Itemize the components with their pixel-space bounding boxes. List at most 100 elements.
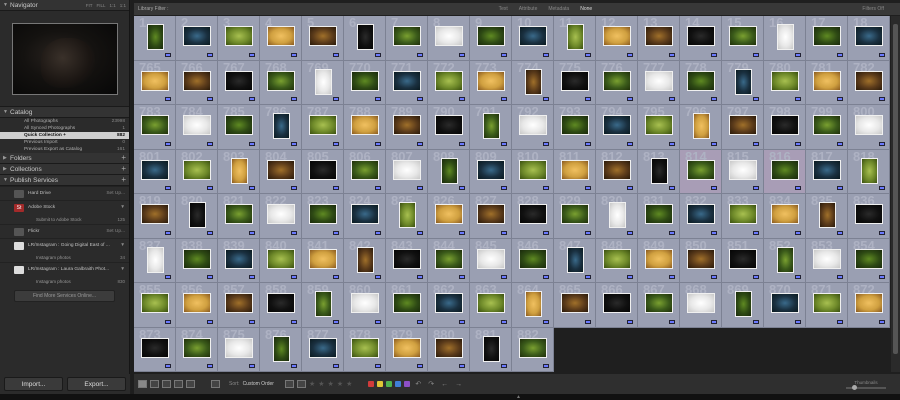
photo-thumbnail[interactable] bbox=[435, 293, 463, 313]
find-more-services-button[interactable]: Find More Services Online... bbox=[14, 290, 115, 302]
photo-cell[interactable]: 835 bbox=[806, 194, 848, 239]
photo-cell[interactable]: 767 bbox=[218, 60, 260, 105]
publish-service-row[interactable]: St Adobe Stock ▼ bbox=[0, 200, 129, 214]
photo-cell[interactable]: 796 bbox=[680, 105, 722, 150]
photo-thumbnail[interactable] bbox=[309, 26, 337, 46]
photo-thumbnail[interactable] bbox=[477, 70, 505, 91]
photo-cell[interactable]: 802 bbox=[176, 149, 218, 194]
photo-thumbnail[interactable] bbox=[729, 248, 757, 269]
star-rating-icon[interactable]: ★ bbox=[346, 380, 352, 388]
previous-photo-icon[interactable]: ← bbox=[441, 381, 448, 388]
photo-cell[interactable]: 877 bbox=[302, 327, 344, 372]
photo-thumbnail[interactable] bbox=[357, 24, 374, 50]
photo-cell[interactable]: 808 bbox=[428, 149, 470, 194]
photo-cell[interactable]: 881 bbox=[470, 327, 512, 372]
photo-thumbnail[interactable] bbox=[687, 26, 715, 46]
zoom-fit-option[interactable]: FIT bbox=[86, 3, 93, 8]
photo-cell[interactable]: 846 bbox=[512, 238, 554, 283]
photo-thumbnail[interactable] bbox=[351, 337, 379, 358]
photo-thumbnail[interactable] bbox=[519, 115, 547, 135]
photo-cell[interactable]: 16 bbox=[764, 16, 806, 61]
color-label-red[interactable] bbox=[368, 381, 375, 387]
photo-cell[interactable]: 847 bbox=[554, 238, 596, 283]
photo-cell[interactable]: 820 bbox=[176, 194, 218, 239]
photo-cell[interactable]: 18 bbox=[848, 16, 890, 61]
star-rating-icon[interactable]: ★ bbox=[328, 380, 334, 388]
photo-thumbnail[interactable] bbox=[147, 24, 164, 50]
photo-thumbnail[interactable] bbox=[687, 204, 715, 224]
photo-cell[interactable]: 793 bbox=[554, 105, 596, 150]
color-label-yellow[interactable] bbox=[377, 381, 384, 387]
photo-thumbnail[interactable] bbox=[351, 70, 379, 91]
photo-cell[interactable]: 807 bbox=[386, 149, 428, 194]
photo-thumbnail[interactable] bbox=[393, 26, 421, 46]
photo-thumbnail[interactable] bbox=[609, 202, 626, 228]
photo-thumbnail[interactable] bbox=[729, 159, 757, 180]
catalog-row[interactable]: Previous Export as Catalog 161 bbox=[0, 146, 129, 153]
photo-cell[interactable]: 1 bbox=[134, 16, 176, 61]
photo-cell[interactable]: 825 bbox=[386, 194, 428, 239]
photo-thumbnail[interactable] bbox=[309, 159, 337, 180]
photo-cell[interactable]: 854 bbox=[848, 238, 890, 283]
photo-cell[interactable]: 794 bbox=[596, 105, 638, 150]
photo-cell[interactable]: 768 bbox=[260, 60, 302, 105]
photo-cell[interactable]: 5 bbox=[302, 16, 344, 61]
photo-cell[interactable]: 839 bbox=[218, 238, 260, 283]
photo-cell[interactable]: 805 bbox=[302, 149, 344, 194]
photo-thumbnail[interactable] bbox=[735, 291, 752, 317]
photo-thumbnail[interactable] bbox=[603, 115, 631, 135]
photo-thumbnail[interactable] bbox=[435, 70, 463, 91]
photo-thumbnail[interactable] bbox=[819, 202, 836, 228]
photo-cell[interactable]: 769 bbox=[302, 60, 344, 105]
photo-thumbnail[interactable] bbox=[267, 26, 295, 46]
photo-cell[interactable]: 14 bbox=[680, 16, 722, 61]
painter-icon[interactable] bbox=[211, 380, 220, 388]
navigator-preview[interactable] bbox=[0, 11, 129, 107]
catalog-header[interactable]: ▼ Catalog bbox=[0, 107, 129, 118]
photo-thumbnail[interactable] bbox=[435, 26, 463, 46]
photo-cell[interactable]: 855 bbox=[134, 283, 176, 328]
photo-thumbnail[interactable] bbox=[813, 293, 841, 313]
publish-service-action[interactable]: ▼ bbox=[120, 267, 125, 272]
photo-thumbnail[interactable] bbox=[267, 204, 295, 224]
people-view-icon[interactable] bbox=[186, 380, 195, 388]
loupe-view-icon[interactable] bbox=[150, 380, 159, 388]
photo-thumbnail[interactable] bbox=[183, 115, 211, 135]
photo-thumbnail[interactable] bbox=[357, 246, 374, 273]
photo-thumbnail[interactable] bbox=[855, 293, 883, 313]
photo-cell[interactable]: 821 bbox=[218, 194, 260, 239]
photo-thumbnail[interactable] bbox=[231, 157, 248, 184]
add-folder-icon[interactable]: + bbox=[121, 154, 126, 162]
photo-cell[interactable]: 837 bbox=[134, 238, 176, 283]
photo-thumbnail[interactable] bbox=[813, 70, 841, 91]
photo-cell[interactable]: 813 bbox=[638, 149, 680, 194]
photo-thumbnail[interactable] bbox=[645, 26, 673, 46]
photo-cell[interactable]: 856 bbox=[176, 283, 218, 328]
photo-cell[interactable]: 11 bbox=[554, 16, 596, 61]
photo-thumbnail[interactable] bbox=[567, 246, 584, 273]
publish-service-row[interactable]: Hard Drive Set Up... bbox=[0, 186, 129, 200]
photo-cell[interactable]: 822 bbox=[260, 194, 302, 239]
photo-thumbnail[interactable] bbox=[855, 248, 883, 269]
photo-thumbnail[interactable] bbox=[603, 293, 631, 313]
photo-thumbnail[interactable] bbox=[855, 26, 883, 46]
grid-scrollbar[interactable] bbox=[891, 16, 900, 372]
photo-cell[interactable]: 786 bbox=[260, 105, 302, 150]
photo-thumbnail[interactable] bbox=[225, 204, 253, 224]
photo-thumbnail[interactable] bbox=[267, 248, 295, 269]
photo-cell[interactable]: 9 bbox=[470, 16, 512, 61]
photo-thumbnail[interactable] bbox=[273, 335, 290, 362]
photo-cell[interactable]: 817 bbox=[806, 149, 848, 194]
photo-cell[interactable]: 823 bbox=[302, 194, 344, 239]
photo-cell[interactable]: 845 bbox=[470, 238, 512, 283]
photo-cell[interactable]: 773 bbox=[470, 60, 512, 105]
photo-thumbnail[interactable] bbox=[267, 70, 295, 91]
photo-thumbnail[interactable] bbox=[141, 159, 169, 180]
photo-thumbnail[interactable] bbox=[519, 204, 547, 224]
filter-metadata-option[interactable]: Metadata bbox=[548, 6, 569, 12]
photo-cell[interactable]: 852 bbox=[764, 238, 806, 283]
publish-service-row[interactable]: LR/Instagram : Laura Galbraith Phot... ▼ bbox=[0, 262, 129, 276]
photo-cell[interactable]: 857 bbox=[218, 283, 260, 328]
photo-thumbnail[interactable] bbox=[561, 70, 589, 91]
photo-cell[interactable]: 810 bbox=[512, 149, 554, 194]
